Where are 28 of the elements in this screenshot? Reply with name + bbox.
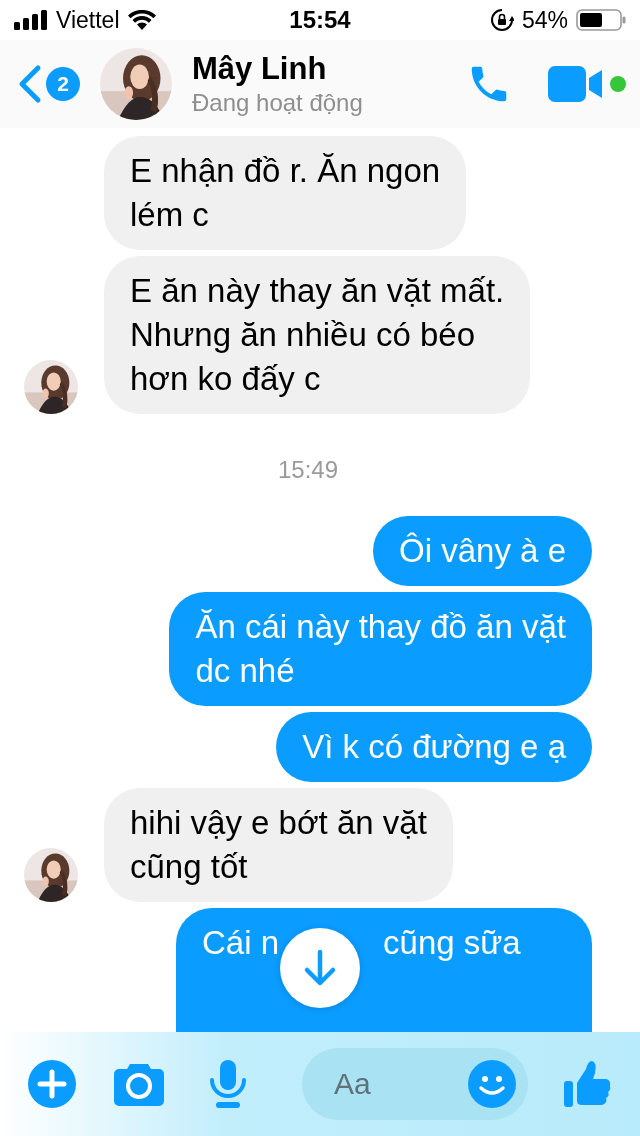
message-field[interactable]: Aa [302,1048,528,1120]
battery-icon [576,9,626,31]
incoming-message: E ăn này thay ăn vặt mất. Nhưng ăn nhiều có béo hơn ko đấy c [104,256,531,414]
message-text-fragment: cũng sữa [383,923,521,963]
outgoing-message: Vì k có đường e ạ [276,712,592,782]
message-input-field[interactable]: Aa [332,1066,468,1102]
clock-time: 15:54 [289,6,351,34]
outgoing-message: Ăn cái này thay đồ ăn vặt dc nhé [169,592,592,706]
incoming-message: hihi vậy e bớt ăn vặt cũng tốt [104,788,453,902]
contact-name: Mây Linh [192,51,328,87]
thumbs-up-icon[interactable] [564,1059,612,1109]
back-button[interactable]: 2 [16,64,100,104]
camera-icon[interactable] [114,1062,164,1106]
incoming-message: E nhận đồ r. Ăn ngon lém c [104,136,467,250]
microphone-icon[interactable] [210,1060,246,1108]
carrier-name: Viettel [56,6,120,34]
battery-percent: 54% [521,6,568,34]
wifi-icon [127,10,156,30]
outgoing-message: Ôi vâny à e [373,516,592,586]
add-icon[interactable] [28,1060,76,1108]
timestamp: 15:49 [277,456,339,484]
video-camera-icon[interactable] [548,64,604,104]
arrow-down-icon[interactable] [303,949,337,987]
contact-status: Đang hoạt động [192,89,364,117]
emoji-icon[interactable] [468,1060,516,1108]
rotation-lock-icon [489,8,514,32]
message-text-fragment: Cái n [202,923,280,963]
signal-icon [14,10,48,30]
